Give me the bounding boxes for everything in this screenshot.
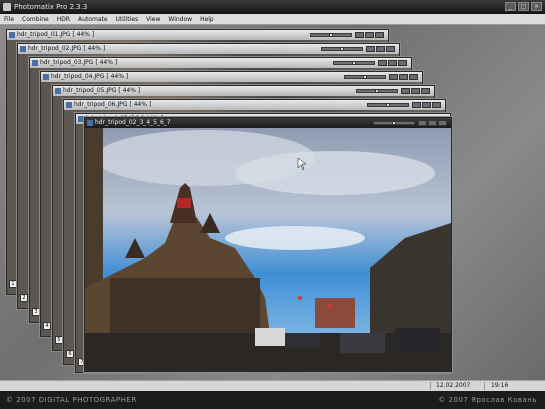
zoom-slider-handle[interactable] bbox=[392, 121, 396, 125]
document-number-badge[interactable]: 1 bbox=[9, 280, 17, 288]
minimize-icon[interactable] bbox=[378, 60, 387, 66]
image-icon bbox=[43, 74, 49, 80]
maximize-icon[interactable] bbox=[411, 88, 420, 94]
menu-bar: File Combine HDR Automate Utilities View… bbox=[0, 14, 545, 25]
image-icon bbox=[20, 46, 26, 52]
zoom-slider-handle[interactable] bbox=[340, 47, 344, 51]
zoom-slider[interactable] bbox=[356, 89, 398, 93]
document-window-hdr-result[interactable]: hdr_tripod_02_3_4_5_6_7 bbox=[84, 117, 452, 372]
document-title: hdr_tripod_04.JPG [ 44% ] bbox=[51, 73, 129, 80]
close-icon[interactable] bbox=[438, 120, 447, 126]
document-number-badge[interactable]: 2 bbox=[20, 294, 28, 302]
zoom-slider-handle[interactable] bbox=[352, 61, 356, 65]
maximize-icon[interactable] bbox=[388, 60, 397, 66]
image-icon bbox=[87, 120, 93, 126]
image-icon bbox=[9, 32, 15, 38]
maximize-icon[interactable] bbox=[399, 74, 408, 80]
close-icon[interactable] bbox=[398, 60, 407, 66]
maximize-button[interactable]: □ bbox=[518, 2, 529, 11]
minimize-icon[interactable] bbox=[401, 88, 410, 94]
menu-window[interactable]: Window bbox=[168, 14, 192, 24]
status-date: 12.02.2007 bbox=[436, 382, 471, 389]
document-number-badge[interactable]: 3 bbox=[32, 308, 40, 316]
close-icon[interactable] bbox=[432, 102, 441, 108]
minimize-icon[interactable] bbox=[355, 32, 364, 38]
footer-right-credit: © 2007 Ярослав Ковань bbox=[438, 396, 537, 404]
document-title: hdr_tripod_02.JPG [ 44% ] bbox=[28, 45, 106, 52]
zoom-slider[interactable] bbox=[333, 61, 375, 65]
zoom-slider[interactable] bbox=[367, 103, 409, 107]
zoom-slider-handle[interactable] bbox=[329, 33, 333, 37]
menu-file[interactable]: File bbox=[4, 14, 14, 24]
minimize-icon[interactable] bbox=[418, 120, 427, 126]
minimize-icon[interactable] bbox=[389, 74, 398, 80]
close-button[interactable]: × bbox=[531, 2, 542, 11]
document-title-bar[interactable]: hdr_tripod_03.JPG [ 44% ] bbox=[30, 58, 411, 68]
minimize-icon[interactable] bbox=[366, 46, 375, 52]
document-title-bar[interactable]: hdr_tripod_02.JPG [ 44% ] bbox=[18, 44, 399, 54]
window-title: Photomatix Pro 2.3.3 bbox=[14, 3, 88, 11]
photomatix-window: Photomatix Pro 2.3.3 _ □ × File Combine … bbox=[0, 0, 545, 409]
footer-credits: © 2007 DIGITAL PHOTOGRAPHER © 2007 Яросл… bbox=[0, 391, 545, 409]
zoom-slider-handle[interactable] bbox=[386, 103, 390, 107]
image-icon bbox=[32, 60, 38, 66]
zoom-slider-handle[interactable] bbox=[375, 89, 379, 93]
menu-combine[interactable]: Combine bbox=[22, 14, 49, 24]
document-title: hdr_tripod_03.JPG [ 44% ] bbox=[40, 59, 118, 66]
status-size: 19:16 bbox=[491, 382, 509, 389]
menu-view[interactable]: View bbox=[146, 14, 160, 24]
close-icon[interactable] bbox=[375, 32, 384, 38]
close-icon[interactable] bbox=[421, 88, 430, 94]
workspace: hdr_tripod_01.JPG [ 44% ] 1 hdr_tripod_0… bbox=[0, 25, 545, 380]
title-bar: Photomatix Pro 2.3.3 _ □ × bbox=[0, 0, 545, 14]
document-number-badge[interactable]: 6 bbox=[66, 350, 74, 358]
zoom-slider[interactable] bbox=[344, 75, 386, 79]
maximize-icon[interactable] bbox=[365, 32, 374, 38]
image-icon bbox=[66, 102, 72, 108]
maximize-icon[interactable] bbox=[422, 102, 431, 108]
document-controls bbox=[401, 88, 430, 94]
document-title-bar[interactable]: hdr_tripod_02_3_4_5_6_7 bbox=[85, 118, 451, 128]
document-controls bbox=[366, 46, 395, 52]
document-title-bar[interactable]: hdr_tripod_05.JPG [ 44% ] bbox=[53, 86, 434, 96]
footer-left-credit: © 2007 DIGITAL PHOTOGRAPHER bbox=[6, 396, 137, 404]
menu-utilities[interactable]: Utilities bbox=[116, 14, 139, 24]
document-controls bbox=[418, 120, 447, 126]
document-controls bbox=[412, 102, 441, 108]
close-icon[interactable] bbox=[386, 46, 395, 52]
zoom-slider[interactable] bbox=[373, 121, 415, 125]
document-controls bbox=[389, 74, 418, 80]
document-title: hdr_tripod_06.JPG [ 44% ] bbox=[74, 101, 152, 108]
image-icon bbox=[55, 88, 61, 94]
zoom-slider-handle[interactable] bbox=[363, 75, 367, 79]
document-number-badge[interactable]: 4 bbox=[43, 322, 51, 330]
document-title-bar[interactable]: hdr_tripod_01.JPG [ 44% ] bbox=[7, 30, 388, 40]
hdr-city-photo bbox=[85, 128, 451, 371]
maximize-icon[interactable] bbox=[428, 120, 437, 126]
close-icon[interactable] bbox=[409, 74, 418, 80]
document-title: hdr_tripod_05.JPG [ 44% ] bbox=[63, 87, 141, 94]
document-title: hdr_tripod_02_3_4_5_6_7 bbox=[95, 119, 171, 126]
menu-hdr[interactable]: HDR bbox=[57, 14, 70, 24]
document-number-badge[interactable]: 5 bbox=[55, 336, 63, 344]
document-controls bbox=[355, 32, 384, 38]
minimize-button[interactable]: _ bbox=[505, 2, 516, 11]
document-title-bar[interactable]: hdr_tripod_06.JPG [ 44% ] bbox=[64, 100, 445, 110]
document-controls bbox=[378, 60, 407, 66]
app-icon bbox=[3, 3, 11, 11]
menu-automate[interactable]: Automate bbox=[78, 14, 108, 24]
document-title-bar[interactable]: hdr_tripod_04.JPG [ 44% ] bbox=[41, 72, 422, 82]
photo-canvas[interactable] bbox=[85, 128, 451, 371]
zoom-slider[interactable] bbox=[310, 33, 352, 37]
document-title: hdr_tripod_01.JPG [ 44% ] bbox=[17, 31, 95, 38]
status-divider bbox=[484, 382, 485, 390]
status-bar: 12.02.2007 19:16 bbox=[0, 380, 545, 391]
zoom-slider[interactable] bbox=[321, 47, 363, 51]
minimize-icon[interactable] bbox=[412, 102, 421, 108]
maximize-icon[interactable] bbox=[376, 46, 385, 52]
menu-help[interactable]: Help bbox=[200, 14, 214, 24]
window-controls: _ □ × bbox=[505, 2, 542, 11]
status-divider bbox=[430, 382, 431, 390]
